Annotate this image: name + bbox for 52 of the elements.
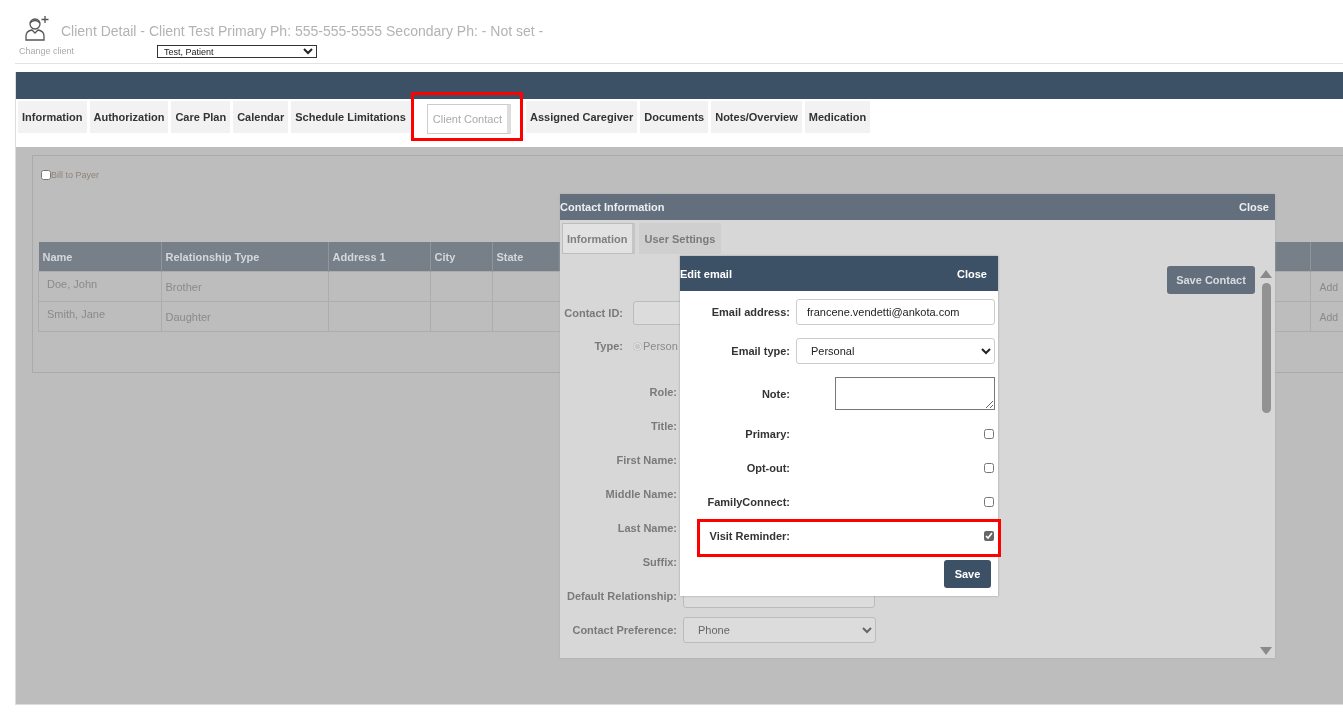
field-label: Opt-out: — [745, 462, 790, 474]
save-button[interactable]: Save — [944, 560, 991, 588]
field-label: Email type: — [730, 345, 790, 357]
tab[interactable]: Medication — [804, 101, 871, 133]
field-label: Role: — [648, 386, 677, 398]
tab[interactable]: Notes/Overview — [711, 101, 802, 133]
field-label: Type: — [593, 340, 623, 352]
radio-label: Person — [643, 340, 678, 352]
checkbox[interactable] — [984, 531, 994, 541]
email-field[interactable]: francene.vendetti@ankota.com — [796, 299, 995, 325]
contact-preference-select[interactable]: Phone — [683, 617, 876, 643]
note-field[interactable] — [835, 377, 995, 410]
column-header: City — [430, 242, 492, 272]
checkbox[interactable] — [984, 497, 994, 507]
checkbox[interactable] — [984, 463, 994, 473]
tab[interactable]: Documents — [640, 101, 709, 133]
tab[interactable]: Schedule Limitations — [291, 101, 410, 133]
field-label: Last Name: — [616, 522, 677, 534]
tab[interactable]: Calendar — [233, 101, 289, 133]
field-label: First Name: — [615, 454, 677, 466]
tab[interactable]: Authorization — [89, 101, 169, 133]
field-label: Default Relationship: — [566, 590, 677, 602]
field-label: Contact Preference: — [571, 624, 677, 636]
tab[interactable]: Information — [18, 101, 87, 133]
tab[interactable]: Assigned Caregiver — [525, 101, 638, 133]
client-icon — [24, 15, 50, 41]
field-label: Suffix: — [641, 556, 677, 568]
close-link[interactable]: Close — [1239, 201, 1269, 213]
field-label: Middle Name: — [604, 488, 677, 500]
field-label: Note: — [760, 387, 790, 400]
column-header: Name — [38, 242, 161, 272]
column-header: Address 1 — [328, 242, 430, 272]
email-type-select[interactable]: Personal — [796, 338, 995, 364]
bill-checkbox[interactable] — [41, 170, 51, 180]
save-contact-button[interactable]: Save Contact — [1167, 266, 1255, 294]
scroll-down-icon[interactable] — [1260, 647, 1272, 655]
field-label: Title: — [649, 420, 677, 432]
client-select[interactable]: Test, Patient — [157, 44, 317, 58]
dialog-title: Contact Information — [560, 201, 665, 213]
column-header: Relationship Type — [161, 242, 328, 272]
scroll-up-icon[interactable] — [1260, 270, 1272, 278]
field-label: Visit Reminder: — [708, 530, 790, 542]
bill-label: Bill to Payer — [51, 170, 100, 180]
field-label: Primary: — [744, 428, 790, 440]
tab[interactable]: Care Plan — [171, 101, 231, 133]
page-title: Client Detail - Client Test Primary Ph: 555-555-5555 Secondary Ph: - Not set - — [61, 23, 544, 39]
checkbox[interactable] — [984, 429, 994, 439]
field-label: Email address: — [710, 306, 790, 318]
field-label: Contact ID: — [563, 307, 623, 319]
scrollbar-thumb[interactable] — [1261, 283, 1271, 413]
field-label: FamilyConnect: — [706, 496, 790, 508]
change-client-label: Change client — [18, 46, 76, 56]
